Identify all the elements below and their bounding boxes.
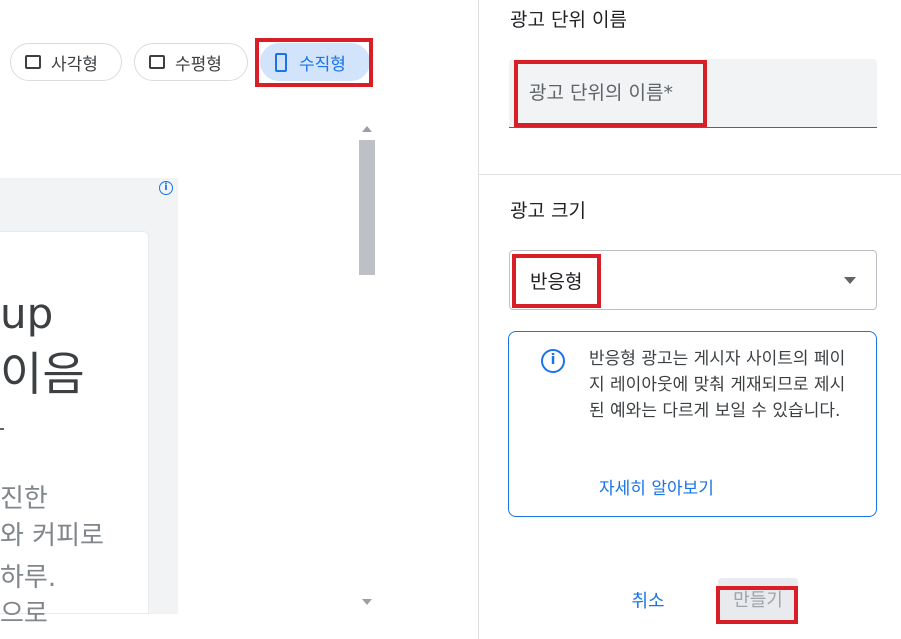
dropdown-caret-icon [844,277,856,284]
info-icon: i [541,349,565,373]
ad-headline-line2: 이음 [0,347,85,401]
chip-label: 수평형 [175,54,222,75]
vertical-rect-icon [275,52,287,72]
scrollbar-thumb[interactable] [359,140,375,275]
chip-label: 수직형 [299,54,346,75]
ad-body-line: 으로 [0,599,48,629]
format-chip-vertical[interactable]: 수직형 [260,43,370,81]
ad-unit-name-input[interactable] [509,59,877,127]
learn-more-link[interactable]: 자세히 알아보기 [599,474,714,499]
format-chip-square[interactable]: 사각형 [10,43,122,81]
scroll-up-arrow-icon[interactable] [362,126,372,132]
pane-divider [478,0,479,639]
ad-choices-info-icon[interactable]: i [159,181,173,195]
chip-label: 사각형 [51,54,98,75]
ad-headline-line1: up [0,289,54,338]
ad-unit-name-field[interactable] [509,59,877,128]
square-icon [25,55,41,69]
create-button[interactable]: 만들기 [718,578,798,624]
ad-size-selected-value: 반응형 [530,271,583,293]
horizontal-rect-icon [149,55,165,69]
ad-divider [0,428,4,430]
scroll-down-arrow-icon[interactable] [362,599,372,605]
preview-pane: 사각형 수평형 수직형 i up 이음 진한 와 커피로 하루. 으로 [0,0,478,639]
cancel-button[interactable]: 취소 [618,585,678,619]
notice-text: 반응형 광고는 게시자 사이트의 페이지 레이아웃에 맞춰 게재되므로 제시된 … [589,349,846,421]
ad-body-line: 진한 [0,484,48,514]
format-chip-horizontal[interactable]: 수평형 [134,43,248,81]
ad-body-line: 하루. [0,563,57,593]
ad-size-title: 광고 크기 [510,200,586,222]
ad-size-select[interactable]: 반응형 [509,250,877,310]
ad-body-line: 와 커피로 [0,521,104,551]
responsive-ad-notice: i 반응형 광고는 게시자 사이트의 페이지 레이아웃에 맞춰 게재되므로 제시… [508,331,877,517]
section-divider [479,174,901,175]
ad-unit-name-title: 광고 단위 이름 [510,9,627,31]
